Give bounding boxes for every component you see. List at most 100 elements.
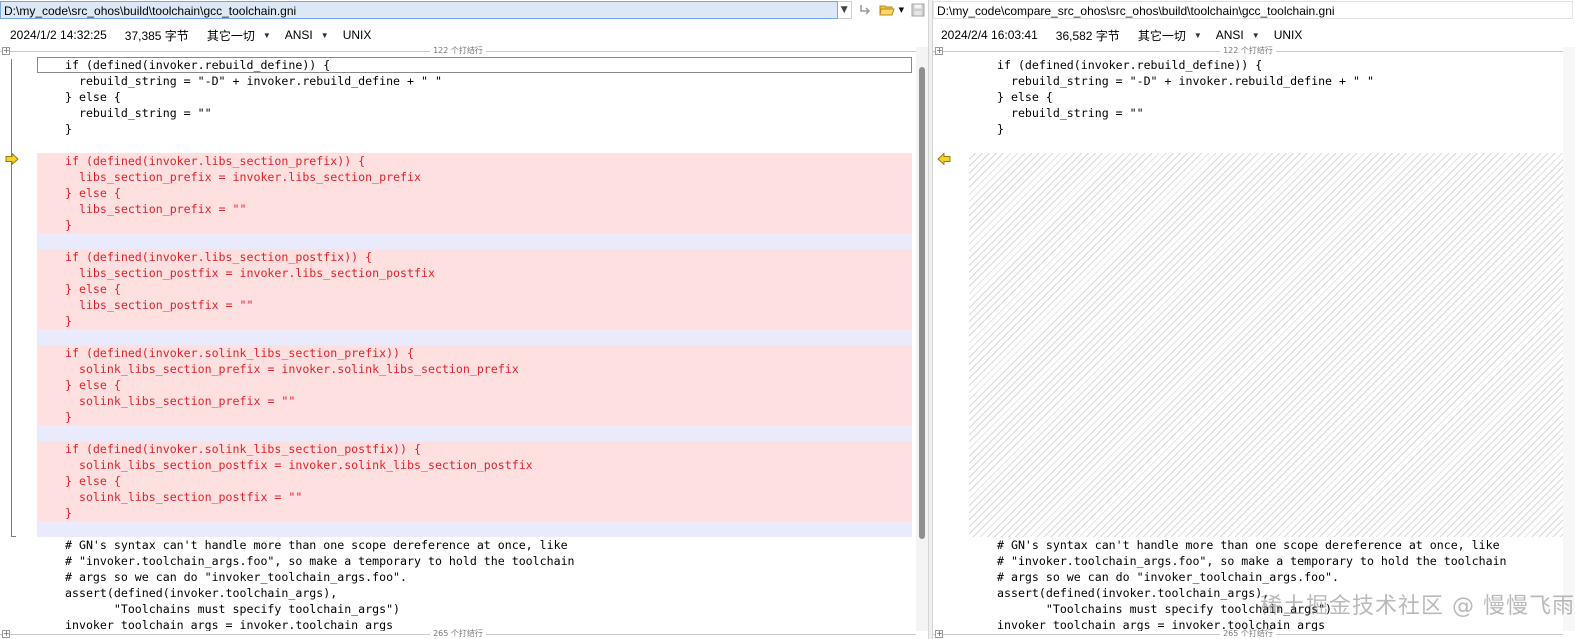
right-encoding-dropdown[interactable]: ANSI ▼ [1216,28,1260,42]
code-line[interactable]: if (defined(invoker.rebuild_define)) { [969,57,1563,73]
left-file-pane: D:\my_code\src_ohos\build\toolchain\gcc_… [0,0,928,639]
code-line[interactable]: } else { [37,473,912,489]
code-line[interactable]: # args so we can do "invoker_toolchain_a… [37,569,912,585]
code-line[interactable]: } else { [37,185,912,201]
right-line-ending[interactable]: UNIX [1274,28,1303,42]
left-top-fold-ruler: + 122 个打结行 [0,46,916,56]
right-code-top: if (defined(invoker.rebuild_define)) { r… [969,57,1563,153]
code-line[interactable]: } [37,505,912,521]
code-line[interactable]: } else { [37,281,912,297]
right-timestamp: 2024/2/4 16:03:41 [941,28,1038,42]
code-line[interactable]: if (defined(invoker.rebuild_define)) { [37,57,912,73]
right-path-field[interactable]: D:\my_code\compare_src_ohos\src_ohos\bui… [933,1,1573,19]
right-gutter [933,57,963,631]
right-vertical-scrollbar[interactable] [1563,47,1575,631]
current-diff-arrow-icon [5,153,19,165]
right-bottom-fold-label: 265 个打结行 [1220,629,1276,639]
watermark-text: 稀土掘金技术社区 @ 慢慢飞雨 [1260,594,1575,619]
code-line[interactable]: libs_section_postfix = invoker.libs_sect… [37,265,912,281]
code-line[interactable]: if (defined(invoker.libs_section_prefix)… [37,153,912,169]
right-file-size: 36,582 字节 [1055,28,1120,43]
left-top-fold-label: 122 个打结行 [430,46,486,56]
code-line[interactable]: rebuild_string = "" [969,105,1563,121]
code-line[interactable]: if (defined(invoker.libs_section_postfix… [37,249,912,265]
left-encoding-label: ANSI [284,28,313,42]
code-line[interactable]: } else { [37,89,912,105]
swap-icon[interactable] [855,1,875,19]
code-line[interactable]: # GN's syntax can't handle more than one… [969,537,1563,553]
code-line[interactable]: } [969,121,1563,137]
right-file-pane: D:\my_code\compare_src_ohos\src_ohos\bui… [933,0,1575,639]
right-top-fold-label: 122 个打结行 [1220,46,1276,56]
chevron-down-icon: ▼ [320,30,329,40]
code-line[interactable]: libs_section_prefix = invoker.libs_secti… [37,169,912,185]
code-line[interactable] [37,425,912,441]
left-timestamp: 2024/1/2 14:32:25 [10,28,107,42]
diff-range-bracket [11,59,16,537]
left-bottom-fold-label: 265 个打结行 [430,629,486,639]
left-vertical-scrollbar[interactable] [916,47,928,631]
chevron-down-icon: ▼ [1251,30,1260,40]
right-mode-label: 其它一切 [1137,28,1186,43]
right-bottom-fold-ruler: + 265 个打结行 [933,629,1563,639]
save-icon[interactable] [908,1,928,19]
code-line[interactable]: } [37,313,912,329]
code-line[interactable]: rebuild_string = "-D" + invoker.rebuild_… [37,73,912,89]
code-line[interactable]: libs_section_prefix = "" [37,201,912,217]
code-line[interactable]: if (defined(invoker.solink_libs_section_… [37,441,912,457]
right-file-info: 2024/2/4 16:03:41 36,582 字节 其它一切 ▼ ANSI ▼ … [933,24,1575,46]
code-line[interactable]: libs_section_postfix = "" [37,297,912,313]
folder-open-icon[interactable] [877,1,897,19]
right-code-view[interactable]: if (defined(invoker.rebuild_define)) { r… [969,57,1563,631]
code-line[interactable]: solink_libs_section_postfix = invoker.so… [37,457,912,473]
code-line[interactable]: rebuild_string = "-D" + invoker.rebuild_… [969,73,1563,89]
scrollbar-thumb[interactable] [919,67,925,539]
left-path-field[interactable]: D:\my_code\src_ohos\build\toolchain\gcc_… [0,1,838,19]
code-line[interactable]: } [37,217,912,233]
left-mode-label: 其它一切 [206,28,255,43]
left-file-size: 37,385 字节 [124,28,189,43]
chevron-down-icon: ▼ [262,30,271,40]
code-line[interactable] [37,137,912,153]
left-gutter [0,57,30,631]
code-line[interactable]: # GN's syntax can't handle more than one… [37,537,912,553]
code-line[interactable]: # "invoker.toolchain_args.foo", so make … [969,553,1563,569]
left-line-ending[interactable]: UNIX [343,28,372,42]
chevron-down-icon: ▼ [1193,30,1202,40]
code-line[interactable] [37,521,912,537]
code-line[interactable]: # args so we can do "invoker_toolchain_a… [969,569,1563,585]
expand-plus-icon[interactable]: + [935,47,943,55]
code-line[interactable] [969,137,1563,153]
expand-plus-icon[interactable]: + [2,47,10,55]
code-line[interactable]: } else { [969,89,1563,105]
code-line[interactable]: solink_libs_section_postfix = "" [37,489,912,505]
right-path-bar: D:\my_code\compare_src_ohos\src_ohos\bui… [933,0,1575,20]
right-encoding-label: ANSI [1215,28,1244,42]
missing-lines-placeholder [969,153,1563,537]
left-encoding-dropdown[interactable]: ANSI ▼ [285,28,329,42]
code-line[interactable]: } [37,409,912,425]
code-line[interactable]: } [37,121,912,137]
chevron-down-icon[interactable]: ▼ [897,1,905,19]
code-line[interactable]: # "invoker.toolchain_args.foo", so make … [37,553,912,569]
current-diff-arrow-icon [937,153,951,165]
left-mode-dropdown[interactable]: 其它一切 ▼ [207,27,271,44]
code-line[interactable]: solink_libs_section_prefix = invoker.sol… [37,361,912,377]
code-line[interactable] [37,329,912,345]
code-line[interactable]: solink_libs_section_prefix = "" [37,393,912,409]
right-mode-dropdown[interactable]: 其它一切 ▼ [1138,27,1202,44]
code-line[interactable]: } else { [37,377,912,393]
expand-plus-icon[interactable]: + [2,630,10,638]
right-top-fold-ruler: + 122 个打结行 [933,46,1563,56]
code-line[interactable] [37,233,912,249]
left-code-view[interactable]: if (defined(invoker.rebuild_define)) { r… [37,57,912,631]
left-path-bar: D:\my_code\src_ohos\build\toolchain\gcc_… [0,0,928,20]
left-bottom-fold-ruler: + 265 个打结行 [0,629,916,639]
left-file-info: 2024/1/2 14:32:25 37,385 字节 其它一切 ▼ ANSI ▼ … [0,24,928,46]
code-line[interactable]: if (defined(invoker.solink_libs_section_… [37,345,912,361]
chevron-down-icon[interactable]: ▼ [837,1,852,19]
code-line[interactable]: "Toolchains must specify toolchain_args"… [37,601,912,617]
code-line[interactable]: assert(defined(invoker.toolchain_args), [37,585,912,601]
expand-plus-icon[interactable]: + [935,630,943,638]
code-line[interactable]: rebuild_string = "" [37,105,912,121]
